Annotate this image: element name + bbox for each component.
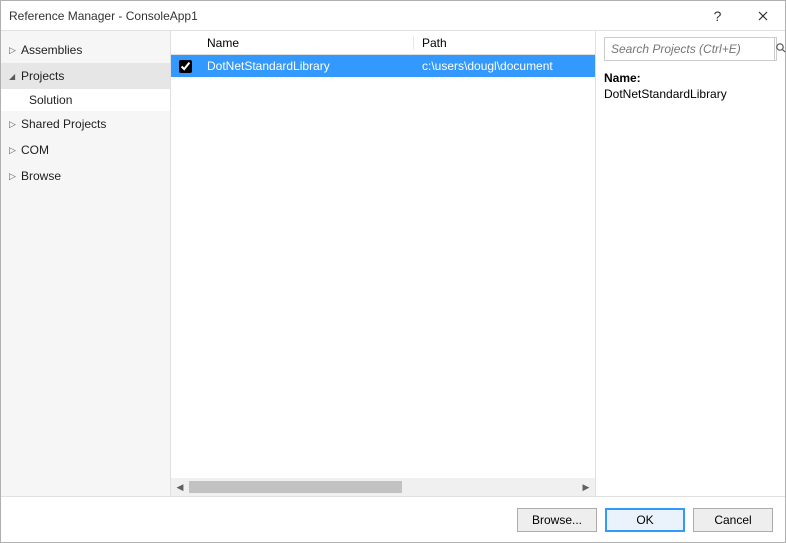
table-row[interactable]: DotNetStandardLibrary c:\users\dougl\doc… <box>171 55 595 77</box>
sidebar-item-label: Shared Projects <box>21 117 106 131</box>
sidebar-item-browse[interactable]: Browse <box>1 163 170 189</box>
sidebar-item-label: Assemblies <box>21 43 82 57</box>
row-path-cell: c:\users\dougl\document <box>414 59 595 73</box>
grid-body: DotNetStandardLibrary c:\users\dougl\doc… <box>171 55 595 478</box>
chevron-right-icon <box>9 145 21 156</box>
sidebar-subitem-solution[interactable]: Solution <box>1 89 170 111</box>
footer: Browse... OK Cancel <box>1 496 785 542</box>
sidebar-item-label: Projects <box>21 69 64 83</box>
main-panel: Name Path DotNetStandardLibrary c:\users… <box>171 31 595 496</box>
search-icon[interactable] <box>774 38 786 60</box>
scroll-left-icon[interactable]: ◀ <box>171 478 189 496</box>
grid-header: Name Path <box>171 31 595 55</box>
help-button[interactable]: ? <box>695 1 740 31</box>
row-checkbox-cell <box>171 60 199 73</box>
window-title: Reference Manager - ConsoleApp1 <box>9 9 695 23</box>
detail-name-value: DotNetStandardLibrary <box>604 87 777 101</box>
titlebar: Reference Manager - ConsoleApp1 ? <box>1 1 785 31</box>
row-checkbox[interactable] <box>179 60 192 73</box>
sidebar-item-shared-projects[interactable]: Shared Projects <box>1 111 170 137</box>
close-icon <box>758 11 768 21</box>
sidebar-item-com[interactable]: COM <box>1 137 170 163</box>
sidebar-item-projects[interactable]: Projects <box>1 63 170 89</box>
detail-name-label: Name: <box>604 71 777 85</box>
sidebar-item-assemblies[interactable]: Assemblies <box>1 37 170 63</box>
chevron-right-icon <box>9 45 21 56</box>
close-button[interactable] <box>740 1 785 31</box>
sidebar: Assemblies Projects Solution Shared Proj… <box>1 31 171 496</box>
search-box <box>604 37 777 61</box>
column-header-name[interactable]: Name <box>199 36 414 50</box>
sidebar-item-label: Browse <box>21 169 61 183</box>
chevron-down-icon <box>9 71 21 82</box>
ok-button[interactable]: OK <box>605 508 685 532</box>
chevron-right-icon <box>9 119 21 130</box>
sidebar-item-label: Solution <box>29 93 72 107</box>
column-header-path[interactable]: Path <box>414 36 595 50</box>
magnify-dropdown-icon <box>775 42 786 56</box>
chevron-right-icon <box>9 171 21 182</box>
scroll-right-icon[interactable]: ▶ <box>577 478 595 496</box>
row-name-cell: DotNetStandardLibrary <box>199 59 414 73</box>
cancel-button[interactable]: Cancel <box>693 508 773 532</box>
scroll-thumb[interactable] <box>189 481 402 493</box>
details-panel: Name: DotNetStandardLibrary <box>595 31 785 496</box>
sidebar-item-label: COM <box>21 143 49 157</box>
scroll-track[interactable] <box>189 478 577 496</box>
search-input[interactable] <box>605 38 774 60</box>
browse-button[interactable]: Browse... <box>517 508 597 532</box>
horizontal-scrollbar[interactable]: ◀ ▶ <box>171 478 595 496</box>
